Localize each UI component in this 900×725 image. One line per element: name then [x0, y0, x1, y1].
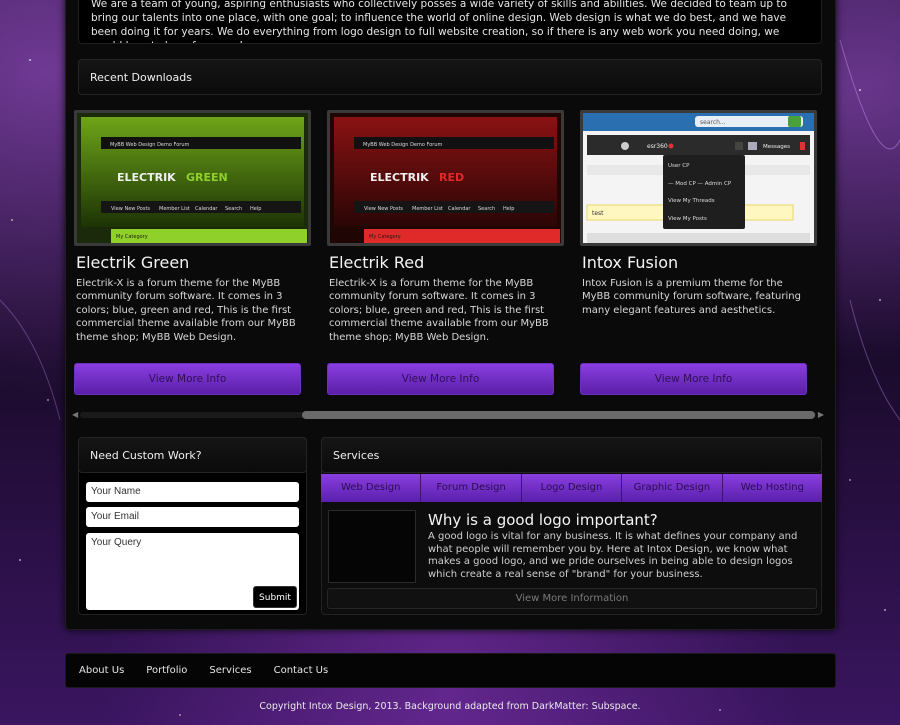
view-more-information-button[interactable]: View More Information [327, 588, 817, 609]
thumb-messages: Messages [763, 144, 790, 150]
electrik-green-thumbnail[interactable]: MyBB Web Design Demo Forum ELECTRIK GREE… [74, 110, 311, 246]
logo-text-a: ELECTRIK [117, 171, 176, 184]
thumb-menu-1: — Mod CP — Admin CP [668, 181, 732, 187]
thumb-nav-2: Calendar [195, 206, 218, 212]
view-more-info-button-electrik-green[interactable]: View More Info [74, 363, 301, 395]
thumb-nav-0: View New Posts [111, 206, 150, 212]
footer-nav: About Us Portfolio Services Contact Us [65, 653, 836, 688]
intox-fusion-preview: search... esr360 Messages test User CP —… [583, 113, 814, 243]
thumb-nav-4: Help [503, 206, 514, 212]
download-description: Electrik-X is a forum theme for the MyBB… [329, 278, 549, 343]
view-more-info-button-electrik-red[interactable]: View More Info [327, 363, 554, 395]
thumb-nav-4: Help [250, 206, 261, 212]
thumb-nav-3: Search [225, 206, 242, 212]
download-title[interactable]: Electrik Green [76, 253, 311, 272]
download-card-intox-fusion: search... esr360 Messages test User CP —… [580, 110, 817, 317]
services-header: Services [321, 437, 822, 473]
footer-link-contact-us[interactable]: Contact Us [274, 654, 329, 687]
thumb-menu-3: View My Posts [668, 216, 707, 222]
service-image [328, 510, 416, 583]
scroll-thumb[interactable] [302, 411, 815, 419]
service-description: A good logo is vital for any business. I… [428, 531, 798, 580]
footer-link-services[interactable]: Services [209, 654, 251, 687]
thumb-nav-1: Member List [159, 206, 190, 212]
thumb-search: search... [700, 119, 726, 126]
tab-forum-design[interactable]: Forum Design [421, 474, 522, 502]
copyright-text: Copyright Intox Design, 2013. Background… [259, 701, 641, 712]
tab-web-design[interactable]: Web Design [321, 474, 422, 502]
tab-web-hosting[interactable]: Web Hosting [722, 474, 823, 502]
recent-downloads-title: Recent Downloads [90, 71, 192, 84]
download-description: Intox Fusion is a premium theme for the … [582, 278, 801, 316]
logo-text-b: GREEN [186, 171, 228, 184]
download-card-electrik-red: MyBB Web Design Demo Forum ELECTRIK RED … [327, 110, 564, 344]
recent-downloads-header: Recent Downloads [78, 59, 822, 95]
logo-text-a: ELECTRIK [370, 171, 429, 184]
downloads-scrollbar[interactable]: ◀ ▶ [72, 409, 824, 421]
electrik-green-preview: MyBB Web Design Demo Forum ELECTRIK GREE… [77, 113, 308, 243]
thumb-nav-0: View New Posts [364, 206, 403, 212]
services-tabs: Web Design Forum Design Logo Design Grap… [321, 474, 823, 502]
intox-fusion-thumbnail[interactable]: search... esr360 Messages test User CP —… [580, 110, 817, 246]
tab-graphic-design[interactable]: Graphic Design [622, 474, 723, 502]
footer-link-about-us[interactable]: About Us [79, 654, 124, 687]
custom-work-title: Need Custom Work? [90, 449, 202, 462]
thumb-nav-2: Calendar [448, 206, 471, 212]
download-title[interactable]: Electrik Red [329, 253, 564, 272]
name-field[interactable]: Your Name [86, 482, 299, 502]
thumb-category: My Category [369, 234, 401, 240]
intro-text: We are a team of young, aspiring enthusi… [78, 0, 822, 44]
electrik-red-thumbnail[interactable]: MyBB Web Design Demo Forum ELECTRIK RED … [327, 110, 564, 246]
service-heading: Why is a good logo important? [428, 511, 658, 529]
services-title: Services [333, 449, 380, 462]
scroll-right-arrow-icon[interactable]: ▶ [818, 409, 824, 421]
download-card-electrik-green: MyBB Web Design Demo Forum ELECTRIK GREE… [74, 110, 311, 344]
forum-label: MyBB Web Design Demo Forum [363, 142, 442, 148]
thumb-category: My Category [116, 234, 148, 240]
submit-button[interactable]: Submit [253, 586, 297, 608]
footer-link-portfolio[interactable]: Portfolio [146, 654, 187, 687]
thumb-menu-2: View My Threads [668, 198, 715, 204]
forum-label: MyBB Web Design Demo Forum [110, 142, 189, 148]
electrik-red-preview: MyBB Web Design Demo Forum ELECTRIK RED … [330, 113, 561, 243]
tab-logo-design[interactable]: Logo Design [521, 474, 623, 502]
download-title[interactable]: Intox Fusion [582, 253, 817, 272]
scroll-left-arrow-icon[interactable]: ◀ [72, 409, 78, 421]
thumb-nav-1: Member List [412, 206, 443, 212]
view-more-info-button-intox-fusion[interactable]: View More Info [580, 363, 807, 395]
download-description: Electrik-X is a forum theme for the MyBB… [76, 278, 296, 343]
email-field[interactable]: Your Email [86, 507, 299, 527]
thumb-user: esr360 [647, 143, 668, 150]
thumb-notice: test [592, 210, 604, 217]
custom-work-header: Need Custom Work? [78, 437, 307, 473]
thumb-menu-0: User CP [668, 163, 690, 169]
thumb-nav-3: Search [478, 206, 495, 212]
logo-text-b: RED [439, 171, 464, 184]
